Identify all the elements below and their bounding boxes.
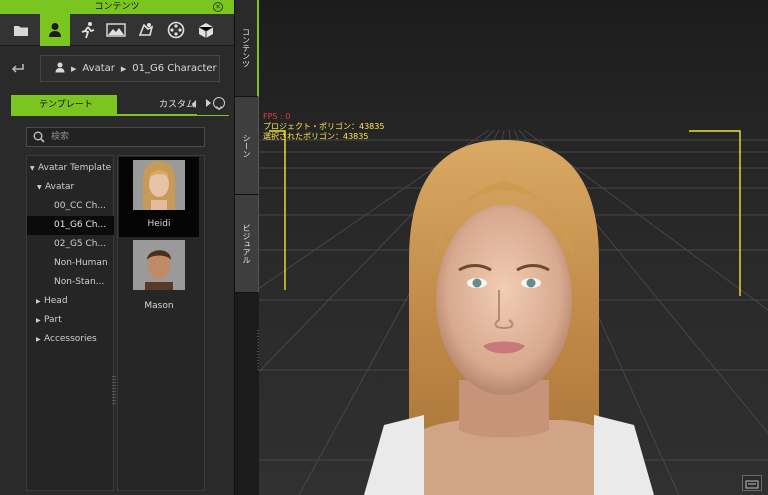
chevron-down-icon[interactable]: ▼ bbox=[30, 159, 38, 178]
hud-project-polygons: プロジェクト・ポリゴン：43835 bbox=[263, 122, 385, 131]
navigation-row: ▶ Avatar ▶ 01_G6 Character bbox=[0, 47, 234, 91]
panel-title: コンテンツ bbox=[94, 2, 140, 12]
tree-item-01-g6[interactable]: 01_G6 Ch... bbox=[27, 216, 114, 235]
tree-item-part[interactable]: ▶ Part bbox=[27, 311, 114, 330]
chevron-down-icon[interactable]: ▼ bbox=[37, 178, 45, 197]
app-window: コンテンツ ✕ ▶ Avatar ▶ 01_G6 Character テンプレー… bbox=[0, 0, 768, 495]
viewport-hud: FPS : 0 プロジェクト・ポリゴン：43835 選択されたポリゴン：4383… bbox=[263, 112, 384, 142]
search-icon bbox=[33, 131, 45, 143]
hud-selected-polygons: 選択されたポリゴン：43835 bbox=[263, 132, 369, 141]
thumbnail-heidi[interactable]: Heidi bbox=[119, 157, 199, 237]
tab-template[interactable]: テンプレート bbox=[11, 95, 117, 115]
motion-icon[interactable] bbox=[75, 18, 101, 42]
panel-title-bar: コンテンツ ✕ bbox=[0, 0, 234, 14]
folder-icon[interactable] bbox=[8, 18, 34, 42]
chevron-right-icon[interactable]: ▶ bbox=[36, 330, 44, 349]
chevron-right-icon: ▶ bbox=[120, 64, 127, 73]
tree-item-head[interactable]: ▶ Head bbox=[27, 292, 114, 311]
stage-icon[interactable] bbox=[103, 18, 129, 42]
package-icon[interactable] bbox=[193, 18, 219, 42]
tree-item-non-standard[interactable]: Non-Stan... bbox=[27, 273, 114, 292]
tree-item-accessories[interactable]: ▶ Accessories bbox=[27, 330, 114, 349]
scroll-left-icon[interactable] bbox=[191, 99, 197, 109]
hud-fps: FPS : 0 bbox=[263, 112, 291, 121]
3d-viewport[interactable]: FPS : 0 プロジェクト・ポリゴン：43835 選択されたポリゴン：4383… bbox=[259, 0, 768, 495]
tab-visual[interactable]: ビジュアル bbox=[235, 195, 259, 293]
heidi-preview-image bbox=[133, 160, 185, 210]
keyboard-icon[interactable] bbox=[742, 475, 762, 491]
splitter-handle[interactable] bbox=[112, 376, 116, 406]
content-panel: コンテンツ ✕ ▶ Avatar ▶ 01_G6 Character テンプレー… bbox=[0, 0, 234, 495]
subtab-divider bbox=[11, 115, 229, 116]
breadcrumb-item[interactable]: Avatar bbox=[82, 63, 114, 74]
search-input[interactable] bbox=[51, 128, 201, 146]
back-icon[interactable] bbox=[10, 60, 26, 76]
prop-icon[interactable] bbox=[133, 18, 159, 42]
dock-tab-strip: コンテンツ シーン ビジュアル bbox=[234, 0, 259, 495]
mason-preview-image bbox=[133, 240, 185, 290]
thumbnail-mason[interactable]: Mason bbox=[119, 237, 199, 317]
person-icon[interactable] bbox=[55, 62, 65, 76]
chevron-right-icon[interactable]: ▶ bbox=[36, 292, 44, 311]
tree-item-avatar-template[interactable]: ▼ Avatar Template bbox=[27, 159, 114, 178]
scroll-right-icon[interactable] bbox=[205, 98, 212, 108]
chevron-right-icon: ▶ bbox=[71, 64, 77, 73]
media-icon[interactable] bbox=[163, 18, 189, 42]
thumbnail-grid: Heidi Mason bbox=[117, 155, 205, 491]
avatar-icon[interactable] bbox=[40, 14, 70, 46]
tree-item-02-g5[interactable]: 02_G5 Ch... bbox=[27, 235, 114, 254]
thumbnail-label: Mason bbox=[144, 301, 174, 311]
breadcrumb: ▶ Avatar ▶ 01_G6 Character bbox=[40, 55, 220, 82]
breadcrumb-item[interactable]: 01_G6 Character bbox=[132, 63, 216, 74]
content-type-tabbar bbox=[0, 14, 234, 46]
category-tree: ▼ Avatar Template ▼ Avatar 00_CC Ch... 01_… bbox=[26, 155, 114, 491]
viewport-scene bbox=[259, 0, 768, 495]
chevron-down-icon[interactable] bbox=[213, 97, 225, 111]
chevron-right-icon[interactable]: ▶ bbox=[36, 311, 44, 330]
close-icon[interactable]: ✕ bbox=[213, 2, 223, 12]
thumbnail-label: Heidi bbox=[147, 219, 171, 229]
tree-item-00-cc[interactable]: 00_CC Ch... bbox=[27, 197, 114, 216]
library-subtabs: テンプレート カスタム bbox=[11, 95, 229, 115]
tab-content[interactable]: コンテンツ bbox=[235, 0, 259, 97]
tree-item-non-human[interactable]: Non-Human bbox=[27, 254, 114, 273]
tab-custom[interactable]: カスタム bbox=[117, 95, 197, 115]
tab-scene[interactable]: シーン bbox=[235, 97, 259, 195]
tree-item-avatar[interactable]: ▼ Avatar bbox=[27, 178, 114, 197]
search-box[interactable] bbox=[26, 127, 205, 147]
